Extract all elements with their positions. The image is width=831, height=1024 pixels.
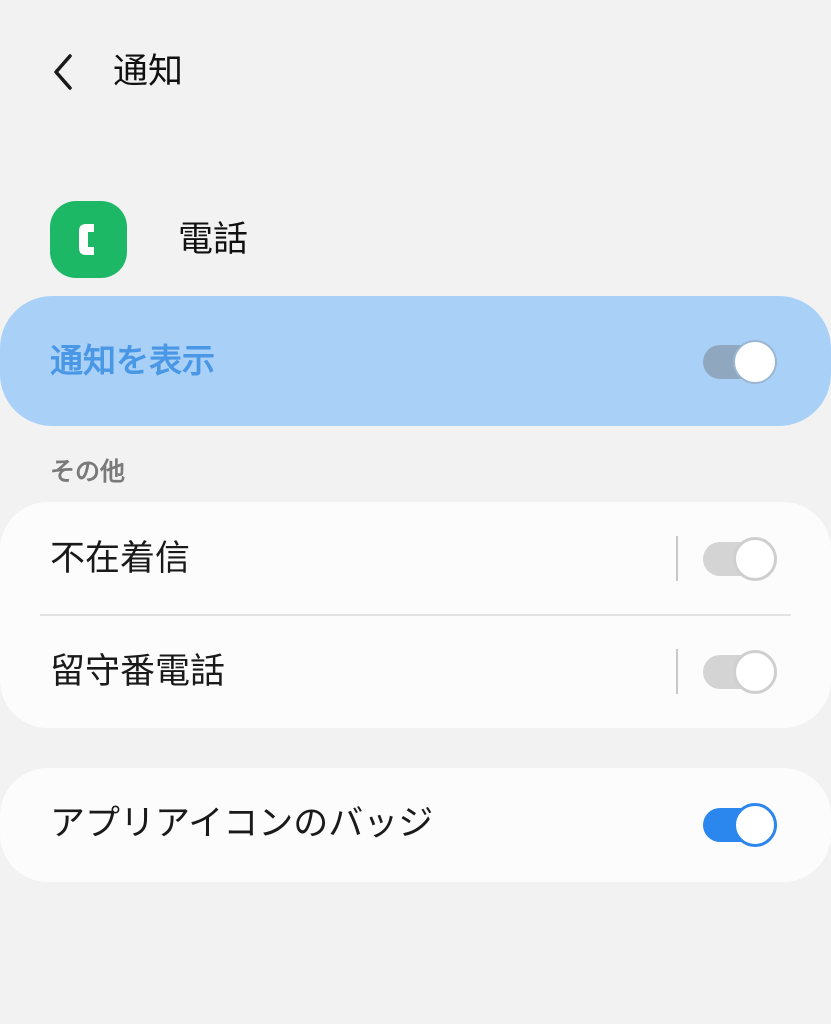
show-notifications-label: 通知を表示 [50, 341, 215, 380]
app-name: 電話 [178, 220, 249, 260]
toggle-knob [733, 650, 777, 694]
toggle-knob [733, 340, 777, 384]
app-icon-badge-label: アプリアイコンのバッジ [50, 804, 434, 844]
show-notifications-toggle[interactable] [703, 340, 777, 384]
missed-calls-row[interactable]: 不在着信 [0, 502, 831, 615]
header-bar: 通知 [0, 0, 831, 150]
chevron-left-icon [54, 54, 72, 90]
phone-app-icon [50, 201, 127, 278]
toggle-knob [733, 537, 777, 581]
missed-calls-toggle[interactable] [703, 537, 777, 581]
voicemail-row[interactable]: 留守番電話 [0, 615, 831, 728]
app-info-row: 電話 [0, 196, 831, 288]
section-header-other: その他 [50, 457, 126, 486]
vertical-divider [676, 536, 678, 581]
app-icon-badge-card: アプリアイコンのバッジ [0, 768, 831, 882]
missed-calls-label: 不在着信 [50, 539, 191, 579]
other-settings-card: 不在着信 留守番電話 [0, 502, 831, 728]
voicemail-label: 留守番電話 [50, 652, 226, 692]
app-icon-badge-toggle[interactable] [703, 803, 777, 847]
toggle-knob [733, 803, 777, 847]
back-button[interactable] [40, 48, 88, 96]
vertical-divider [676, 649, 678, 694]
voicemail-toggle[interactable] [703, 650, 777, 694]
app-icon-badge-row[interactable]: アプリアイコンのバッジ [0, 768, 831, 881]
page-title: 通知 [113, 52, 184, 92]
